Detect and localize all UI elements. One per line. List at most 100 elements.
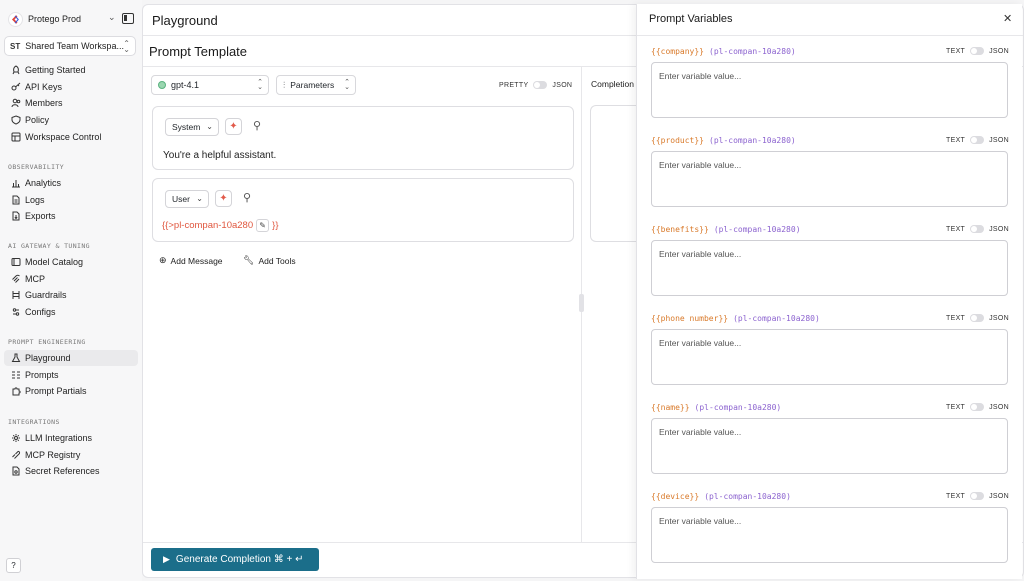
sidebar-item-label: Prompt Partials bbox=[25, 386, 87, 397]
sidebar-item-mcp[interactable]: MCP bbox=[4, 271, 138, 287]
var-open-brace: {{ bbox=[651, 47, 661, 56]
role-select-user[interactable]: User ⌄ bbox=[165, 190, 209, 208]
sidebar-item-label: MCP bbox=[25, 273, 45, 284]
play-icon: ▶ bbox=[163, 554, 170, 564]
add-tools-label: Add Tools bbox=[258, 255, 296, 266]
json-label: JSON bbox=[989, 47, 1009, 55]
sidebar-item-playground[interactable]: Playground bbox=[4, 350, 138, 366]
sparkle-icon[interactable]: ✦ bbox=[215, 190, 232, 207]
variable-name: benefits bbox=[660, 225, 700, 234]
attachment-icon[interactable]: ⚲ bbox=[243, 191, 251, 204]
sidebar-item-label: Policy bbox=[25, 115, 50, 126]
variable-source: (pl-compan-10a280) bbox=[694, 403, 782, 412]
sidebar-item-llm-integrations[interactable]: LLM Integrations bbox=[4, 430, 138, 446]
variable-value-input[interactable] bbox=[651, 329, 1008, 385]
sidebar-item-workspace-control[interactable]: Workspace Control bbox=[4, 129, 138, 145]
format-switch[interactable] bbox=[970, 136, 985, 144]
sidebar-item-label: Configs bbox=[25, 307, 56, 318]
sidebar-item-label: Workspace Control bbox=[25, 131, 102, 142]
sidebar-item-guardrails[interactable]: Guardrails bbox=[4, 287, 138, 303]
org-switcher[interactable]: Protego Prod ⌄ bbox=[8, 10, 136, 28]
edit-icon[interactable]: ✎ bbox=[256, 219, 270, 232]
format-switch[interactable] bbox=[970, 403, 985, 411]
attachment-icon[interactable]: ⚲ bbox=[253, 119, 261, 132]
variable-format-toggle[interactable]: TEXT JSON bbox=[946, 136, 1009, 144]
model-select[interactable]: gpt-4.1 ⌃ ⌄ bbox=[151, 75, 269, 95]
grid-icon bbox=[10, 131, 21, 142]
sidebar-toggle-icon[interactable] bbox=[122, 13, 134, 24]
user-message-card: User ⌄ ✦ ⚲ {{> pl-compan-10a280 ✎ }} bbox=[152, 178, 574, 242]
variable-block: {{device}} (pl-compan-10a280) TEXT JSON bbox=[651, 492, 1009, 572]
close-icon[interactable]: ✕ bbox=[1003, 12, 1012, 25]
prompt-partial-chip[interactable]: {{> pl-compan-10a280 ✎ }} bbox=[162, 219, 279, 232]
sidebar-item-mcp-registry[interactable]: MCP Registry bbox=[4, 447, 138, 463]
variable-name: name bbox=[660, 403, 680, 412]
variable-format-toggle[interactable]: TEXT JSON bbox=[946, 225, 1009, 233]
variable-block: {{phone number}} (pl-compan-10a280) TEXT JS… bbox=[651, 314, 1009, 394]
variable-value-input[interactable] bbox=[651, 151, 1008, 207]
sidebar-item-exports[interactable]: Exports bbox=[4, 208, 138, 224]
sidebar-item-prompt-partials[interactable]: Prompt Partials bbox=[4, 383, 138, 399]
sidebar-item-model-catalog[interactable]: Model Catalog bbox=[4, 254, 138, 270]
partial-open: {{> bbox=[162, 220, 174, 231]
prompts-icon bbox=[10, 369, 21, 380]
variable-format-toggle[interactable]: TEXT JSON bbox=[946, 314, 1009, 322]
variable-format-toggle[interactable]: TEXT JSON bbox=[946, 492, 1009, 500]
format-switch[interactable] bbox=[970, 492, 985, 500]
sidebar-item-configs[interactable]: Configs bbox=[4, 304, 138, 320]
rocket-icon bbox=[10, 65, 21, 76]
partial-close: }} bbox=[272, 220, 279, 231]
var-close-brace: }} bbox=[679, 403, 690, 412]
format-toggle[interactable]: PRETTY JSON bbox=[499, 81, 572, 89]
add-message-button[interactable]: ⊕ Add Message bbox=[159, 255, 223, 266]
add-message-label: Add Message bbox=[170, 255, 223, 266]
prompt-variables-drawer: Prompt Variables ✕ {{company}} (pl-compan… bbox=[636, 4, 1023, 579]
text-label: TEXT bbox=[946, 314, 966, 322]
sidebar-item-logs[interactable]: Logs bbox=[4, 192, 138, 208]
variable-value-input[interactable] bbox=[651, 62, 1008, 118]
workspace-selector[interactable]: ST Shared Team Workspa... ⌃ ⌄ bbox=[4, 36, 136, 56]
sidebar-section-title: OBSERVABILITY bbox=[8, 163, 65, 171]
chevron-updown-icon: ⌃ ⌄ bbox=[123, 39, 130, 54]
variable-format-toggle[interactable]: TEXT JSON bbox=[946, 47, 1009, 55]
format-switch[interactable] bbox=[533, 81, 548, 89]
parameters-button[interactable]: ⫶ Parameters ⌃ ⌄ bbox=[276, 75, 356, 95]
sidebar-item-label: Logs bbox=[25, 194, 45, 205]
mcp-icon bbox=[10, 273, 21, 284]
resize-handle[interactable] bbox=[579, 294, 584, 312]
json-label: JSON bbox=[989, 136, 1009, 144]
sidebar-item-members[interactable]: Members bbox=[4, 95, 138, 111]
sidebar-item-prompts[interactable]: Prompts bbox=[4, 367, 138, 383]
sidebar-item-api-keys[interactable]: API Keys bbox=[4, 79, 138, 95]
role-select-system[interactable]: System ⌄ bbox=[165, 118, 219, 136]
format-switch[interactable] bbox=[970, 47, 985, 55]
registry-icon bbox=[10, 449, 21, 460]
sidebar-item-secret-references[interactable]: Secret References bbox=[4, 463, 138, 479]
variable-format-toggle[interactable]: TEXT JSON bbox=[946, 403, 1009, 411]
text-label: TEXT bbox=[946, 492, 966, 500]
var-close-brace: }} bbox=[718, 314, 729, 323]
sidebar-item-policy[interactable]: Policy bbox=[4, 112, 138, 128]
sidebar-item-label: Prompts bbox=[25, 369, 59, 380]
key-icon bbox=[10, 81, 21, 92]
text-label: TEXT bbox=[946, 136, 966, 144]
role-label: User bbox=[172, 194, 190, 204]
sidebar-item-analytics[interactable]: Analytics bbox=[4, 175, 138, 191]
sidebar-item-getting-started[interactable]: Getting Started bbox=[4, 62, 138, 78]
generate-completion-button[interactable]: ▶ Generate Completion ⌘ + ↵ bbox=[151, 548, 319, 571]
variable-header: {{device}} (pl-compan-10a280) bbox=[651, 492, 791, 501]
add-tools-button[interactable]: 🔧︎ Add Tools bbox=[243, 255, 296, 266]
variable-value-input[interactable] bbox=[651, 240, 1008, 296]
sidebar-item-label: LLM Integrations bbox=[25, 433, 93, 443]
variable-value-input[interactable] bbox=[651, 418, 1008, 474]
json-label: JSON bbox=[989, 225, 1009, 233]
system-message-text[interactable]: You're a helpful assistant. bbox=[163, 150, 276, 161]
help-button[interactable]: ? bbox=[6, 558, 21, 573]
gear-icon bbox=[10, 433, 21, 444]
format-switch[interactable] bbox=[970, 314, 985, 322]
format-switch[interactable] bbox=[970, 225, 985, 233]
bar-chart-icon bbox=[10, 178, 21, 189]
chevron-updown-icon: ⌃ ⌄ bbox=[344, 79, 350, 91]
variable-value-input[interactable] bbox=[651, 507, 1008, 563]
sparkle-icon[interactable]: ✦ bbox=[225, 118, 242, 135]
